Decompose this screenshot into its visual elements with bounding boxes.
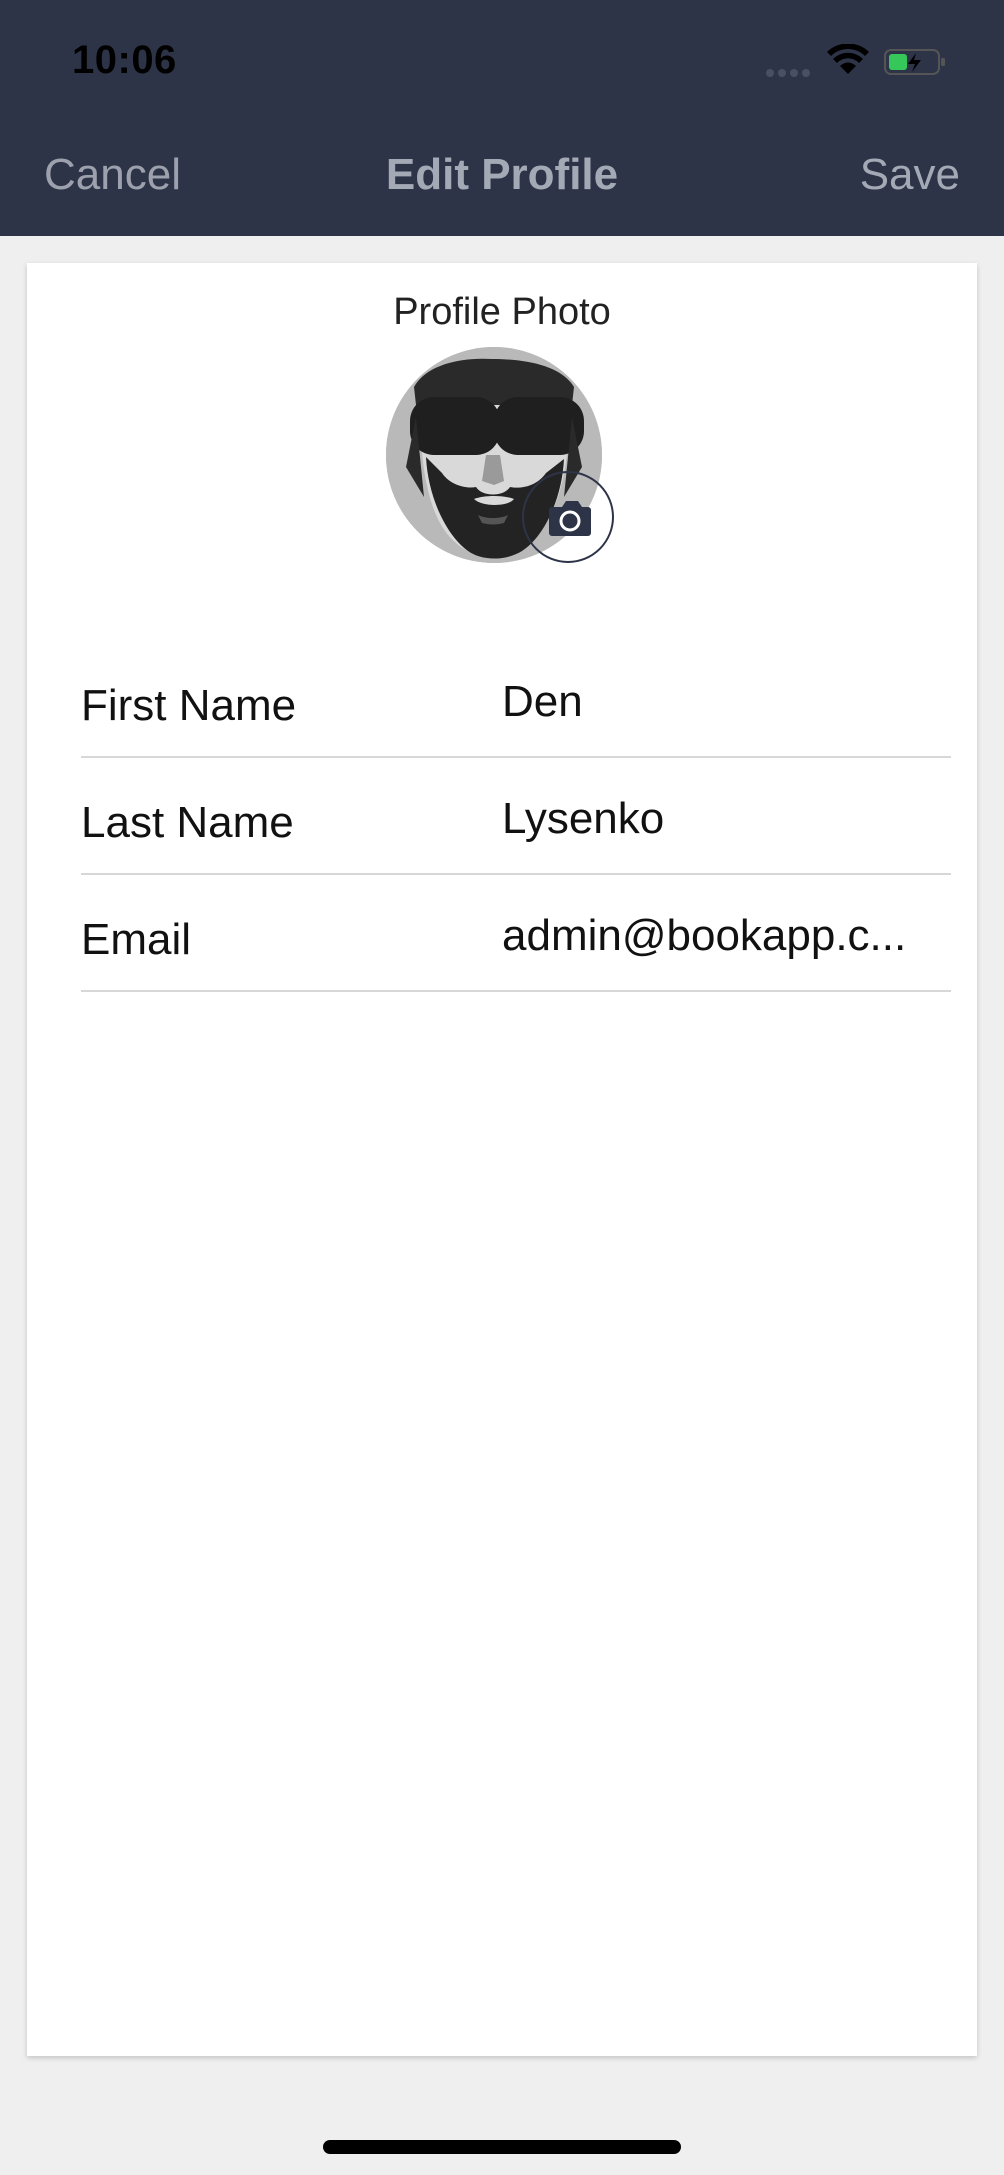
email-row: Email admin@bookapp.c... — [81, 875, 951, 992]
profile-photo-label: Profile Photo — [393, 291, 611, 333]
email-field[interactable]: admin@bookapp.c... — [502, 911, 942, 961]
navigation-bar: 10:06 Cancel Edit Profile Save — [0, 0, 1004, 236]
first-name-label: First Name — [81, 681, 297, 730]
wifi-icon — [827, 44, 869, 74]
status-time: 10:06 — [72, 38, 177, 82]
profile-photo-picker[interactable] — [386, 347, 616, 577]
email-label: Email — [81, 915, 192, 964]
last-name-field[interactable]: Lysenko — [502, 794, 942, 844]
first-name-row: First Name Den — [81, 641, 951, 758]
last-name-label: Last Name — [81, 798, 294, 847]
profile-card: Profile Photo First Name Den Last Name L… — [27, 263, 977, 2056]
change-photo-button[interactable] — [522, 471, 614, 563]
last-name-row: Last Name Lysenko — [81, 758, 951, 875]
battery-icon — [884, 49, 945, 75]
edit-profile-screen: 10:06 Cancel Edit Profile Save Profile P… — [0, 0, 1004, 2175]
profile-fields: First Name Den Last Name Lysenko Email a… — [81, 641, 951, 992]
first-name-field[interactable]: Den — [502, 677, 942, 727]
status-icons — [766, 42, 966, 82]
home-indicator[interactable] — [323, 2140, 681, 2154]
page-title: Edit Profile — [385, 150, 619, 199]
cellular-signal-icon — [766, 64, 816, 77]
camera-icon — [549, 501, 591, 536]
save-button[interactable]: Save — [860, 150, 960, 200]
